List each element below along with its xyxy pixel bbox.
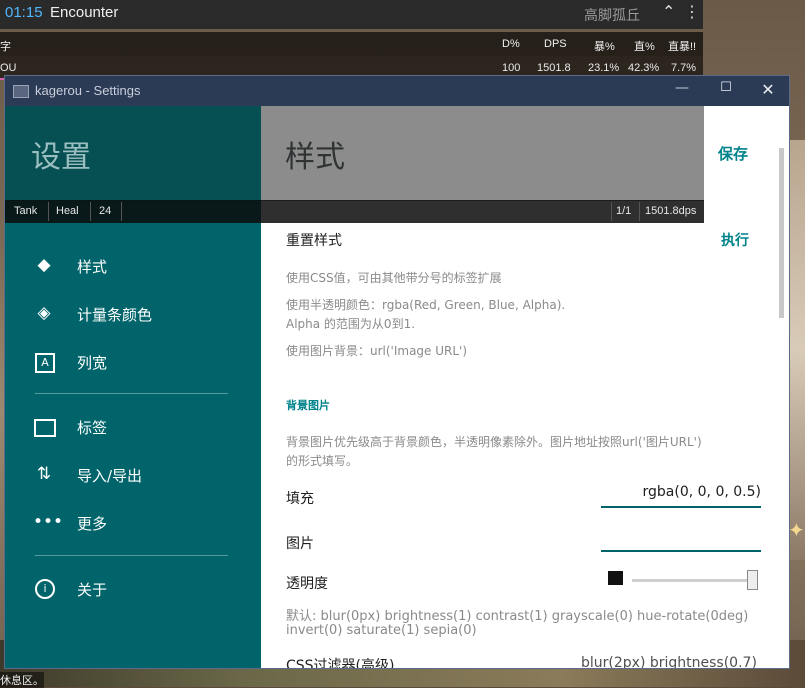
separator [48,202,49,221]
col-crit: 暴% [594,41,615,53]
page-header: 样式 [261,106,704,201]
import-export-icon: ⇅ [36,464,52,484]
tank-tab[interactable]: Tank [14,205,37,217]
separator [121,202,122,221]
minimize-button[interactable]: — [667,80,697,102]
brush-icon: ◆ [37,255,51,275]
sidebar-item-tabs[interactable]: 标签 [5,406,261,446]
more-vert-icon[interactable]: ⋮ [684,2,700,21]
encounter-name: Encounter [50,4,119,21]
hint-rgba: 使用半透明颜色：rgba(Red, Green, Blue, Alpha). [286,298,566,312]
maximize-button[interactable]: ☐ [711,80,741,102]
sidebar-item-import-export[interactable]: ⇅ 导入/导出 [5,454,261,494]
sidebar-item-label: 更多 [77,515,108,533]
cell-dpct: 100 [502,62,521,74]
reset-style-label: 重置样式 [286,233,342,249]
col-dhcrit: 直暴!! [668,41,697,53]
sidebar-item-bar-color[interactable]: ◈ 计量条颜色 [5,293,261,333]
hint-css-value: 使用CSS值，可由其他带分号的标签扩展 [286,271,502,285]
sidebar-item-about[interactable]: i 关于 [5,568,261,608]
act-table-header: 字 D% DPS 暴% 直% 直暴!! [0,32,703,56]
cell-dh: 42.3% [628,62,660,74]
paint-bucket-icon: ◈ [37,303,51,323]
window-titlebar[interactable]: kagerou - Settings — ☐ ✕ [5,76,789,106]
heal-tab[interactable]: Heal [56,205,79,217]
encounter-timer: 01:15 [5,4,43,21]
more-icon: ••• [33,512,64,532]
filter-default-hint: 默认: blur(0px) brightness(1) contrast(1) … [286,609,749,624]
player-count: 24 [99,205,112,217]
sidebar-item-label: 关于 [77,581,108,599]
filter-default-hint-2: invert(0) saturate(1) sepia(0) [286,623,477,638]
cell-crit: 23.1% [588,62,620,74]
scrollbar[interactable] [779,148,784,318]
total-dps: 1501.8dps [645,205,697,217]
act-overlay-titlebar: 01:15 Encounter 高脚孤丘 ⌃ ⋮ [0,0,703,29]
opacity-slider-thumb[interactable] [746,570,758,590]
separator [90,202,91,221]
sidebar-header: 设置 [5,106,261,201]
bg-image-section-title: 背景图片 [286,399,330,412]
separator [639,202,640,221]
sidebar-item-label: 计量条颜色 [77,306,153,324]
css-filter-label: CSS过滤器(高级) [286,658,395,668]
opacity-slider-track[interactable] [632,579,752,582]
col-dh: 直% [634,41,655,53]
chat-text: 休息区。 [0,672,44,688]
info-icon: i [35,579,55,599]
fill-input[interactable]: rgba(0, 0, 0, 0.5) [601,484,761,508]
bg-image-desc-2: 的形式填写。 [286,454,359,468]
hint-image-url: 使用图片背景：url('Image URL') [286,344,468,358]
page-title: 样式 [285,140,345,175]
party-count: 1/1 [616,205,632,217]
col-name: 字 [0,41,11,53]
sidebar: 设置 ◆ 样式 ◈ 计量条颜色 A 列宽 标签 ⇅ 导入/导出 ••• 更多 i [5,106,261,668]
separator [611,202,612,221]
cell-dps: 1501.8 [537,62,571,74]
col-dpct: D% [502,38,520,50]
tab-icon [34,419,56,437]
opacity-label: 透明度 [286,576,328,592]
window-title: kagerou - Settings [35,83,141,98]
hint-alpha-range: Alpha 的范围为从0到1. [286,317,416,331]
sidebar-item-column-width[interactable]: A 列宽 [5,341,261,381]
sidebar-title: 设置 [31,140,91,175]
cell-dhcrit: 7.7% [671,62,697,74]
act-overlay-footer: Tank Heal 24 1/1 1501.8dps [5,200,704,223]
css-filter-input[interactable]: blur(2px) brightness(0.7) [581,655,757,668]
sidebar-item-label: 样式 [77,258,108,276]
column-width-icon: A [35,353,55,373]
cell-name: OU [0,62,17,74]
sidebar-item-label: 列宽 [77,354,108,372]
save-button[interactable]: 保存 [718,143,748,164]
sidebar-item-label: 标签 [77,419,108,437]
close-button[interactable]: ✕ [753,80,783,102]
image-input[interactable] [601,530,761,552]
sparkle-icon: ✦ [788,518,805,542]
app-icon [13,85,29,98]
css-filter-row: CSS过滤器(高级) blur(2px) brightness(0.7) [261,650,781,668]
sidebar-divider [35,555,228,556]
zone-name: 高脚孤丘 [584,8,640,24]
col-dps: DPS [544,38,567,50]
image-label: 图片 [286,536,314,552]
sidebar-item-style[interactable]: ◆ 样式 [5,245,261,285]
sidebar-item-label: 导入/导出 [77,467,143,485]
fill-label: 填充 [286,491,314,507]
color-swatch [608,571,623,585]
bg-image-desc: 背景图片优先级高于背景颜色，半透明像素除外。图片地址按照url('图片URL') [286,435,702,449]
reset-execute-button[interactable]: 执行 [721,230,749,250]
sidebar-item-more[interactable]: ••• 更多 [5,502,261,542]
sidebar-divider [35,393,228,394]
collapse-icon[interactable]: ⌃ [662,2,675,21]
